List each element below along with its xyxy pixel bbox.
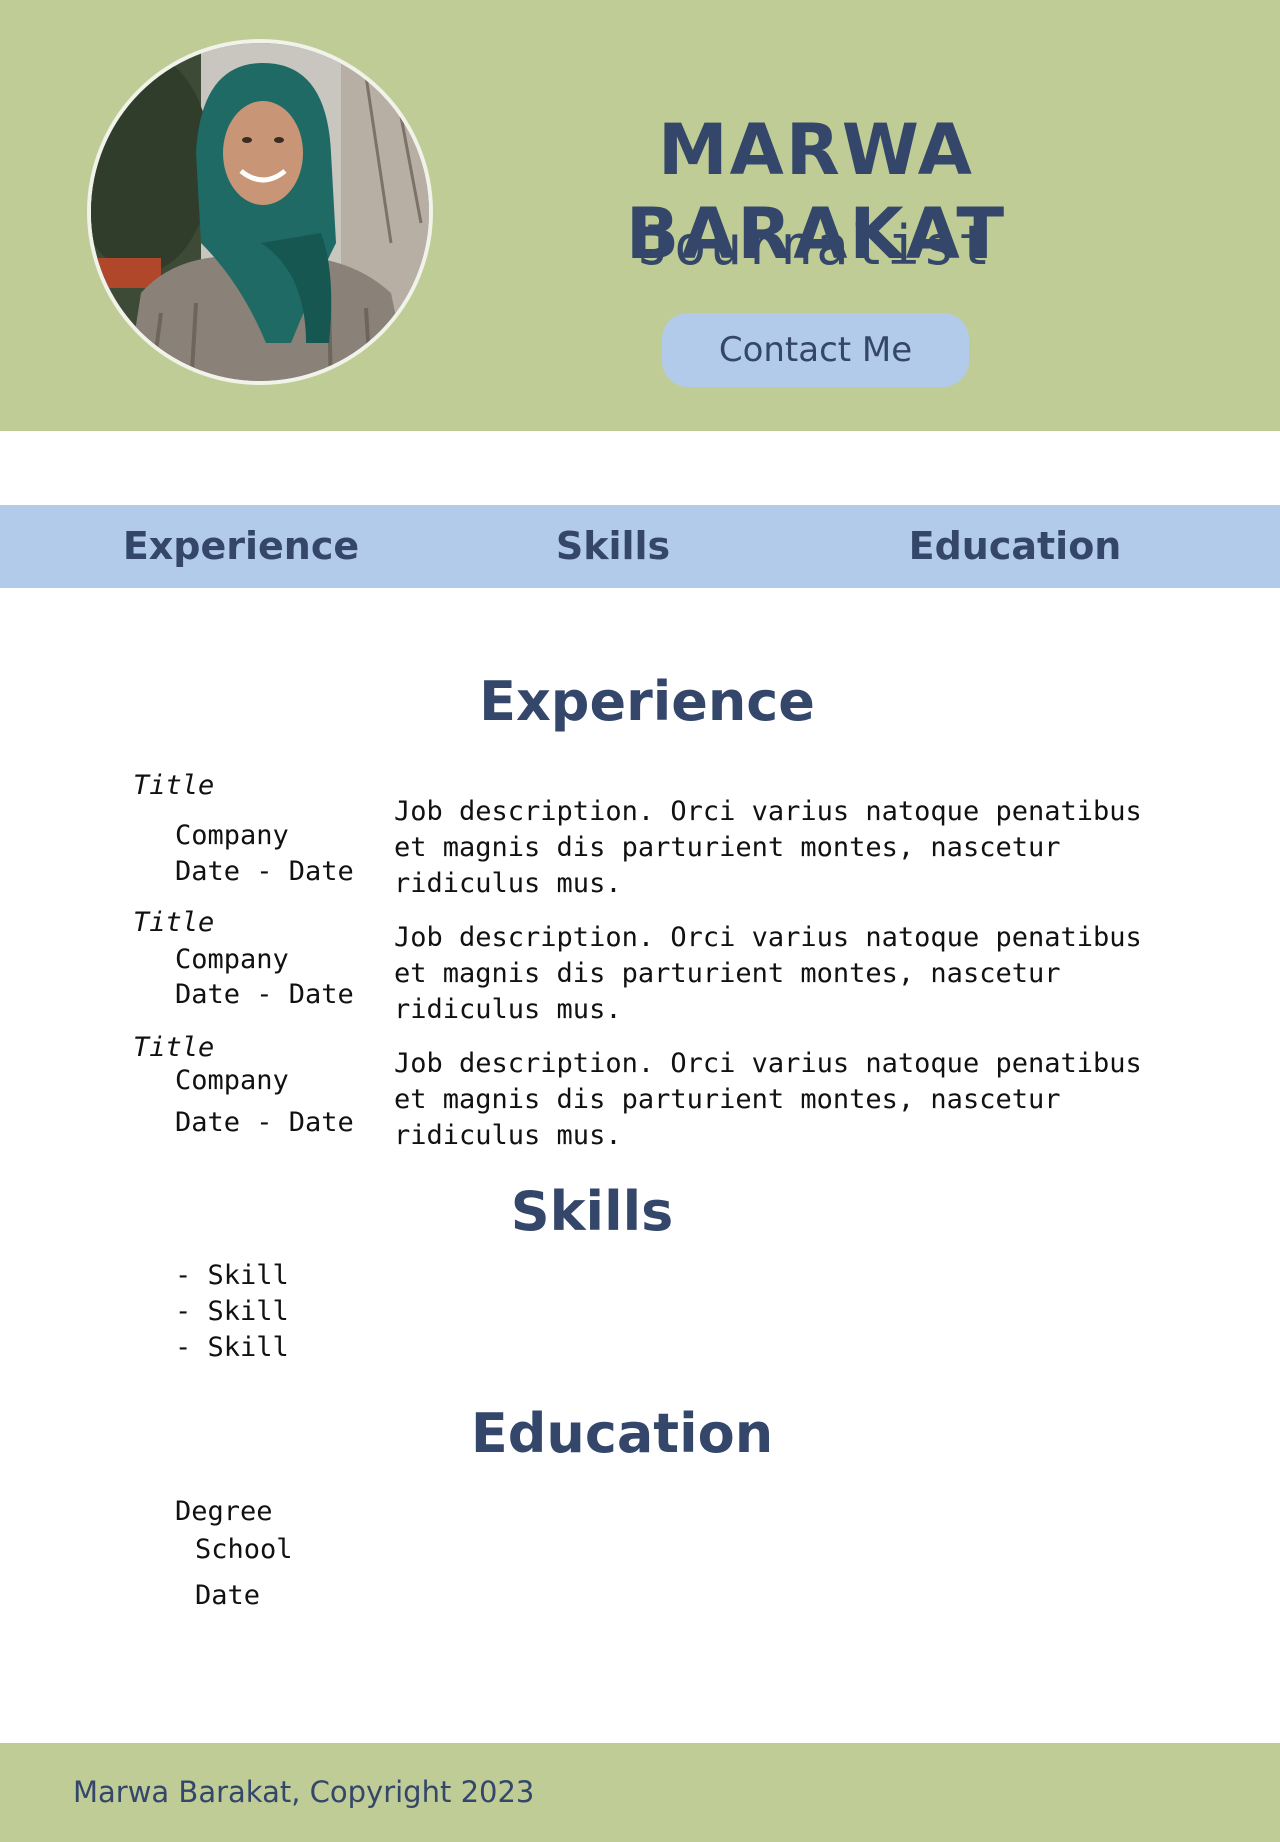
skill-item: - Skill	[175, 1332, 289, 1363]
experience-company: Company	[175, 944, 289, 975]
skill-item: - Skill	[175, 1296, 289, 1327]
nav-link-skills[interactable]: Skills	[513, 505, 713, 588]
job-title: Journalist	[638, 214, 994, 277]
education-date: Date	[195, 1580, 261, 1611]
experience-description: Job description. Orci varius natoque pen…	[394, 922, 1142, 1025]
nav-link-experience[interactable]: Experience	[100, 505, 382, 588]
section-nav: Experience Skills Education	[0, 505, 1280, 588]
experience-dates: Date - Date	[175, 979, 354, 1010]
experience-title: Title	[133, 907, 215, 938]
contact-me-button[interactable]: Contact Me	[662, 313, 969, 387]
copyright-text: Marwa Barakat, Copyright 2023	[73, 1775, 535, 1809]
skill-item: - Skill	[175, 1260, 289, 1291]
footer: Marwa Barakat, Copyright 2023	[0, 1743, 1280, 1842]
nav-link-education[interactable]: Education	[890, 505, 1140, 588]
education-heading: Education	[470, 1402, 774, 1465]
experience-description: Job description. Orci varius natoque pen…	[394, 1048, 1142, 1151]
experience-description: Job description. Orci varius natoque pen…	[394, 796, 1142, 899]
profile-photo	[87, 39, 433, 385]
experience-company: Company	[175, 820, 289, 851]
education-degree: Degree	[175, 1496, 273, 1527]
profile-photo-illustration	[91, 43, 429, 381]
experience-title: Title	[133, 770, 215, 801]
header: MARWA BARAKAT Journalist Contact Me	[0, 0, 1280, 431]
skills-heading: Skills	[510, 1180, 674, 1243]
experience-heading: Experience	[479, 670, 815, 733]
experience-dates: Date - Date	[175, 1107, 354, 1138]
experience-company: Company	[175, 1065, 289, 1096]
experience-dates: Date - Date	[175, 856, 354, 887]
education-school: School	[195, 1534, 293, 1565]
experience-title: Title	[133, 1032, 215, 1063]
